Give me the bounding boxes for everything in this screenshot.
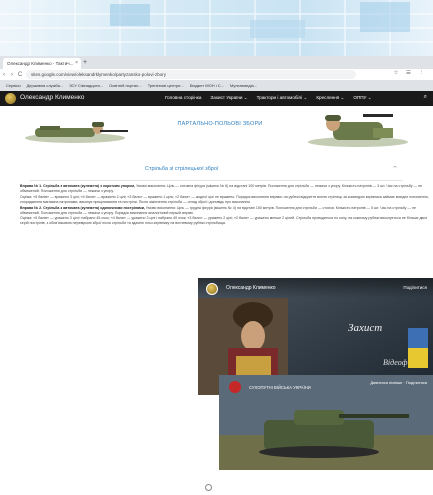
toolbar-icons[interactable]: ☆ ☰ ⋮ (394, 70, 427, 76)
exercise-heading: Вправа № 2. Стрільба з автомата (кулемет… (20, 205, 145, 210)
play-icon[interactable] (205, 484, 212, 491)
forward-icon[interactable]: › (8, 72, 16, 78)
site-title[interactable]: Олександр Клименко (20, 94, 84, 101)
accordion-title[interactable]: Стрільба зі стрілецької зброї (145, 166, 218, 172)
video-actions[interactable]: Дивитися пізніше · Поділитися (370, 380, 427, 385)
site-header: Олександр Клименко Головна сторінка Захи… (0, 91, 433, 106)
doc-paragraph: Вправа № 1. Стрільба з автомата (кулемет… (20, 184, 430, 194)
search-icon[interactable]: ⌕ (424, 94, 427, 101)
video-player-2[interactable]: СУХОПУТНІ ВІЙСЬКА УКРАЇНИ Дивитися пізні… (219, 375, 433, 470)
bookmark-item[interactable]: ЗСУ Сімнадцята... (69, 83, 103, 88)
close-icon[interactable]: × (75, 60, 78, 66)
accordion-section[interactable]: Стрільба зі стрілецької зброї ⌃ (30, 158, 403, 181)
bookmark-item[interactable]: Освітній портал... (109, 83, 142, 88)
address-bar-row: ‹ › C sites.google.com/view/oleksandrkly… (0, 69, 433, 80)
bookmark-item[interactable]: Сервіси (6, 83, 21, 88)
browser-tab[interactable]: Олександр Клименко - Тактич... × (3, 58, 81, 69)
doc-paragraph: Оцінка: «5 балів» — вражено 3 цілі; «4 б… (20, 195, 430, 205)
chevron-up-icon[interactable]: ⌃ (392, 165, 398, 173)
page-banner (0, 0, 433, 56)
bookmark-item[interactable]: Мультимедіа... (230, 83, 257, 88)
soldier-left-image (25, 122, 128, 143)
share-button[interactable]: Поділитися (403, 285, 427, 290)
menu-item-defense[interactable]: Захист України ⌄ (210, 95, 247, 101)
channel-logo-icon[interactable] (229, 381, 241, 393)
channel-name[interactable]: Олександр Клименко (226, 285, 276, 291)
video-subtitle-text: Відеоф (383, 358, 408, 367)
bookmark-item[interactable]: Тренінгові центри... (148, 83, 184, 88)
video-title[interactable]: СУХОПУТНІ ВІЙСЬКА УКРАЇНИ (249, 385, 311, 390)
new-tab-button[interactable]: + (83, 59, 87, 66)
bookmark-item[interactable]: Державна служба... (27, 83, 64, 88)
site-logo-icon[interactable] (5, 93, 16, 104)
video-title-text: Захист (348, 322, 383, 334)
bookmarks-bar: Сервіси Державна служба... ЗСУ Сімнадцят… (0, 80, 433, 90)
page-title: ПАРТАЛЬНО-ПОЛЬОВІ ЗБОРИ (177, 121, 263, 127)
tab-title: Олександр Клименко - Тактич... (7, 61, 74, 66)
banner-pattern (0, 0, 433, 56)
doc-paragraph: Оцінка: «5 балів» — уражено 3 цілі і наб… (20, 216, 430, 226)
back-icon[interactable]: ‹ (0, 72, 8, 78)
main-menu: Головна сторінка Захист України ⌄ Тракто… (165, 95, 372, 101)
exercise-text: Оцінка: «5 балів» — уражено 3 цілі і наб… (20, 216, 428, 226)
menu-item-drawing[interactable]: Креслення ⌄ (316, 95, 344, 101)
menu-item-home[interactable]: Головна сторінка (165, 95, 201, 101)
bookmark-item[interactable]: Бюджет МОН і С... (190, 83, 224, 88)
doc-paragraph: Вправа № 2. Стрільба з автомата (кулемет… (20, 206, 430, 216)
menu-item-tractors[interactable]: Трактори і автомобілі ⌄ (257, 95, 308, 101)
url-input[interactable]: sites.google.com/view/oleksandrklymenko/… (26, 70, 356, 79)
soldier-right-image (308, 114, 408, 147)
menu-item-oppu[interactable]: ОППУ ⌄ (353, 95, 371, 101)
exercise-heading: Вправа № 1. Стрільба з автомата (кулемет… (20, 184, 136, 188)
browser-chrome: Олександр Клименко - Тактич... × + ‹ › C… (0, 56, 433, 92)
exercise-text: Оцінка: «5 балів» — вражено 3 цілі; «4 б… (20, 194, 429, 204)
reload-icon[interactable]: C (16, 72, 24, 78)
channel-avatar[interactable] (206, 283, 218, 295)
document-text: Вправа № 1. Стрільба з автомата (кулемет… (20, 184, 430, 227)
